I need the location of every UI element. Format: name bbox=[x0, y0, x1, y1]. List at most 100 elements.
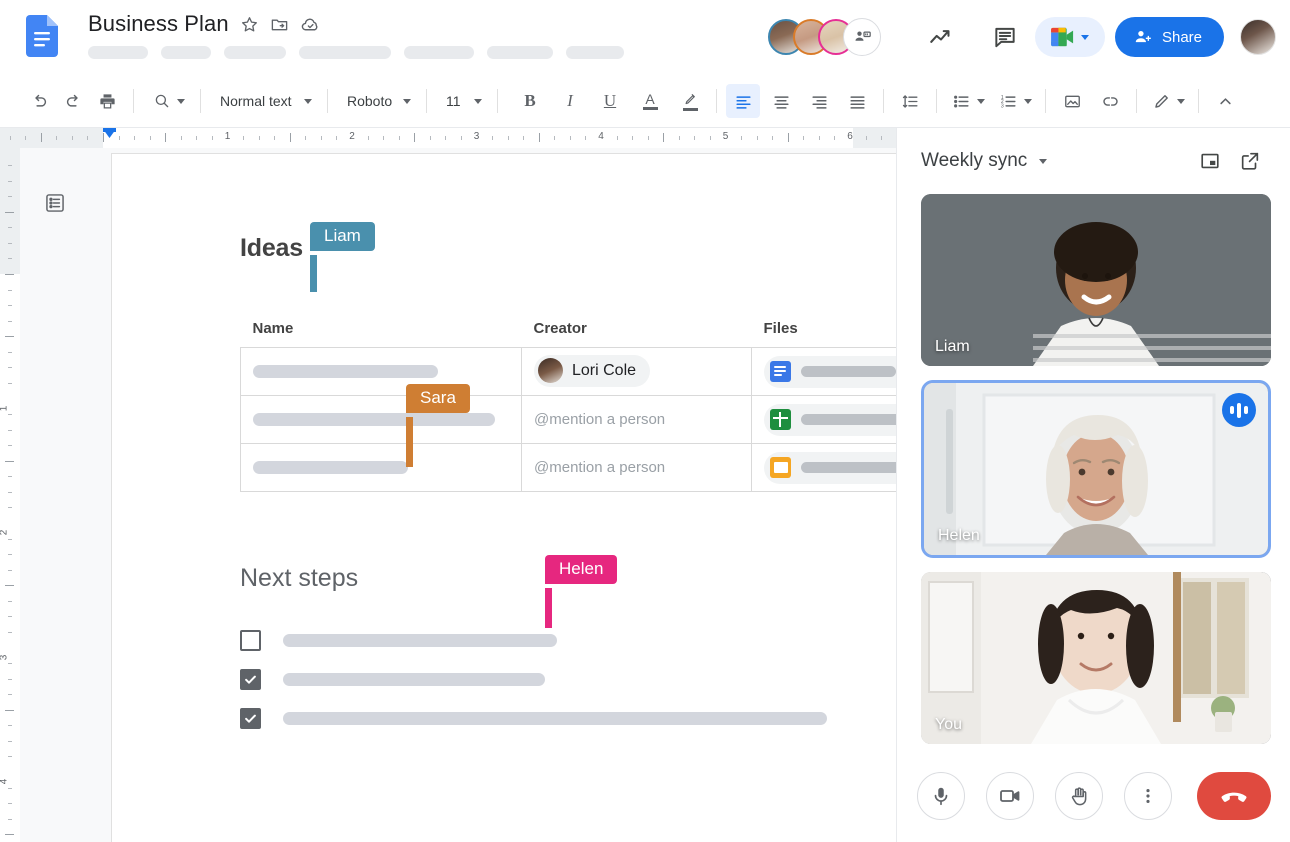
raise-hand-icon[interactable] bbox=[1055, 772, 1103, 820]
text-color-label: A bbox=[645, 91, 655, 107]
ruler-tick bbox=[25, 136, 27, 140]
menu-pill[interactable] bbox=[404, 46, 474, 59]
chevron-down-icon[interactable] bbox=[1039, 158, 1048, 164]
insert-image-icon[interactable] bbox=[1055, 84, 1089, 118]
cell-name[interactable] bbox=[240, 395, 522, 444]
videocam-icon[interactable] bbox=[986, 772, 1034, 820]
line-spacing-icon[interactable] bbox=[893, 84, 927, 118]
menu-pill[interactable] bbox=[299, 46, 391, 59]
chevron-down-icon bbox=[977, 98, 985, 104]
ideas-table[interactable]: Name Creator Files Lori Cole @mention a … bbox=[240, 320, 896, 492]
participant-tile-helen[interactable]: Helen bbox=[921, 380, 1271, 558]
ruler-tick bbox=[398, 136, 400, 140]
star-icon[interactable] bbox=[240, 15, 259, 34]
vertical-ruler[interactable]: 1 2 3 4 bbox=[0, 148, 20, 842]
toolbar-divider bbox=[133, 89, 134, 113]
move-to-folder-icon[interactable] bbox=[270, 15, 289, 34]
comment-history-icon[interactable] bbox=[985, 17, 1025, 57]
share-button[interactable]: Share bbox=[1114, 17, 1224, 57]
file-chip[interactable] bbox=[764, 451, 896, 484]
open-in-new-icon[interactable] bbox=[1230, 141, 1270, 181]
document-outline-icon[interactable] bbox=[40, 188, 70, 218]
account-avatar[interactable] bbox=[1240, 19, 1276, 55]
menu-pill[interactable] bbox=[224, 46, 286, 59]
insert-link-icon[interactable] bbox=[1093, 84, 1127, 118]
list-item[interactable] bbox=[240, 660, 896, 699]
heading-ideas[interactable]: Ideas bbox=[240, 234, 303, 263]
cell-creator[interactable]: Lori Cole bbox=[521, 347, 752, 396]
cell-name[interactable] bbox=[240, 347, 522, 396]
align-left-icon[interactable] bbox=[726, 84, 760, 118]
print-icon[interactable] bbox=[90, 84, 124, 118]
ruler-tick bbox=[865, 136, 867, 140]
table-row[interactable]: @mention a person bbox=[240, 443, 896, 492]
participant-tile-you[interactable]: You bbox=[921, 572, 1271, 744]
mention-placeholder[interactable]: @mention a person bbox=[534, 411, 665, 428]
editing-mode-select[interactable] bbox=[1146, 84, 1189, 118]
present-to-user-icon[interactable] bbox=[842, 18, 881, 56]
table-row[interactable]: @mention a person bbox=[240, 395, 896, 444]
activity-trend-icon[interactable] bbox=[921, 17, 961, 57]
meet-button[interactable] bbox=[1034, 17, 1105, 57]
menu-pill[interactable] bbox=[566, 46, 624, 59]
zoom-control[interactable] bbox=[143, 84, 191, 118]
chevron-up-icon[interactable] bbox=[1208, 84, 1242, 118]
document-page[interactable]: Ideas Liam Name Creator Files Lori Cole … bbox=[112, 154, 896, 842]
ruler-tick bbox=[8, 491, 12, 493]
cloud-saved-icon[interactable] bbox=[300, 14, 321, 35]
page-title[interactable]: Business Plan bbox=[88, 11, 229, 37]
participant-tile-liam[interactable]: Liam bbox=[921, 194, 1271, 366]
cell-creator[interactable]: @mention a person bbox=[521, 443, 752, 492]
more-vert-icon[interactable] bbox=[1124, 772, 1172, 820]
checkbox-checked[interactable] bbox=[240, 669, 261, 690]
ruler-tick bbox=[320, 136, 322, 140]
picture-in-picture-icon[interactable] bbox=[1190, 141, 1230, 181]
align-justify-icon[interactable] bbox=[840, 84, 874, 118]
highlight-pen-icon[interactable] bbox=[673, 84, 707, 118]
ruler-tick bbox=[709, 136, 711, 140]
bulleted-list-icon[interactable] bbox=[946, 84, 989, 118]
underline-button[interactable]: U bbox=[593, 84, 627, 118]
undo-icon[interactable] bbox=[22, 84, 56, 118]
italic-button[interactable]: I bbox=[553, 84, 587, 118]
numbered-list-icon[interactable]: 1 2 3 bbox=[993, 84, 1036, 118]
align-center-icon[interactable] bbox=[764, 84, 798, 118]
table-row[interactable]: Lori Cole bbox=[240, 347, 896, 396]
formatting-toolbar: Normal text Roboto 11 B I U A 1 2 3 bbox=[0, 74, 1290, 128]
list-item[interactable] bbox=[240, 699, 896, 738]
mention-placeholder[interactable]: @mention a person bbox=[534, 459, 665, 476]
cell-creator[interactable]: @mention a person bbox=[521, 395, 752, 444]
text-color-button[interactable]: A bbox=[633, 84, 667, 118]
share-button-label: Share bbox=[1161, 28, 1202, 46]
menu-pill[interactable] bbox=[88, 46, 148, 59]
file-chip[interactable] bbox=[764, 355, 896, 388]
call-end-icon[interactable] bbox=[1197, 772, 1271, 820]
ruler-number: 2 bbox=[0, 530, 10, 536]
microphone-icon[interactable] bbox=[917, 772, 965, 820]
indent-marker[interactable] bbox=[103, 129, 116, 138]
toolbar-divider bbox=[883, 89, 884, 113]
cell-name[interactable] bbox=[240, 443, 522, 492]
checkbox-checked[interactable] bbox=[240, 708, 261, 729]
cell-files[interactable] bbox=[751, 347, 896, 396]
list-item[interactable] bbox=[240, 621, 896, 660]
align-right-icon[interactable] bbox=[802, 84, 836, 118]
file-chip[interactable] bbox=[764, 403, 896, 436]
person-chip[interactable]: Lori Cole bbox=[534, 354, 651, 387]
menu-pill[interactable] bbox=[161, 46, 211, 59]
meeting-title[interactable]: Weekly sync bbox=[921, 150, 1027, 172]
docs-file-icon[interactable] bbox=[26, 15, 58, 57]
checkbox-unchecked[interactable] bbox=[240, 630, 261, 651]
font-size-select[interactable]: 11 bbox=[436, 84, 488, 118]
font-family-select[interactable]: Roboto bbox=[337, 84, 417, 118]
ruler-tick bbox=[8, 227, 12, 229]
ruler-tick bbox=[8, 616, 12, 618]
cell-files[interactable] bbox=[751, 443, 896, 492]
ruler-tick bbox=[5, 274, 14, 275]
paragraph-style-select[interactable]: Normal text bbox=[210, 84, 318, 118]
bold-button[interactable]: B bbox=[513, 84, 547, 118]
redo-icon[interactable] bbox=[56, 84, 90, 118]
menu-pill[interactable] bbox=[487, 46, 553, 59]
horizontal-ruler[interactable]: 1 2 3 4 5 6 bbox=[0, 128, 896, 148]
cell-files[interactable] bbox=[751, 395, 896, 444]
